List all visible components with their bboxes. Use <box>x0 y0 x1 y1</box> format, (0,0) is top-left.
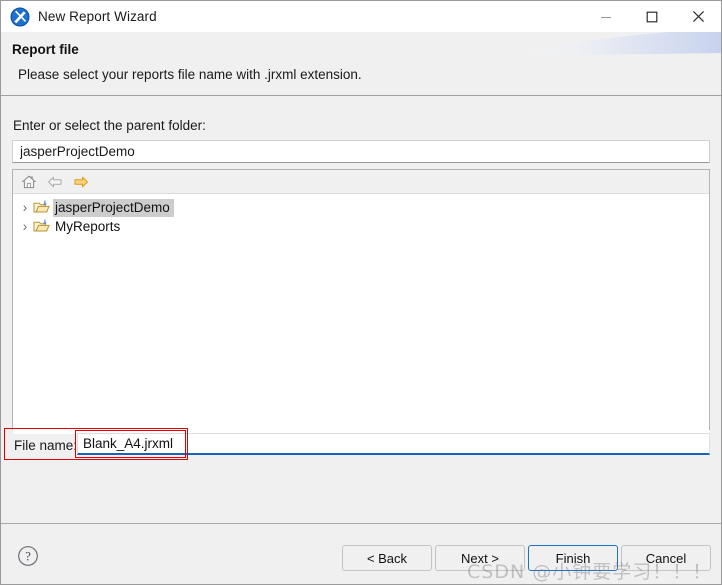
minimize-icon[interactable] <box>583 1 629 32</box>
window-controls <box>583 1 721 32</box>
finish-button[interactable]: Finish <box>528 545 618 571</box>
tree-item-jasperprojectdemo[interactable]: › jasperProjectDemo <box>13 198 709 217</box>
dialog-button-row: < Back Next > Finish Cancel <box>342 545 711 571</box>
help-icon[interactable]: ? <box>17 545 39 567</box>
wizard-body: Enter or select the parent folder: jaspe… <box>1 97 721 523</box>
file-name-label: File name: <box>14 438 78 453</box>
tree-toolbar <box>13 170 709 194</box>
jasperreports-icon <box>10 7 30 27</box>
file-name-input[interactable] <box>77 433 710 455</box>
dialog-footer: ? < Back Next > Finish Cancel <box>1 523 721 584</box>
back-button[interactable]: < Back <box>342 545 432 571</box>
back-arrow-icon[interactable] <box>46 173 63 190</box>
cancel-button[interactable]: Cancel <box>621 545 711 571</box>
forward-arrow-icon[interactable] <box>72 173 89 190</box>
svg-text:?: ? <box>25 549 31 563</box>
home-icon[interactable] <box>20 173 37 190</box>
parent-folder-label: Enter or select the parent folder: <box>13 118 206 133</box>
open-folder-icon <box>32 200 50 215</box>
page-title: Report file <box>12 42 79 57</box>
folder-tree[interactable]: › jasperProjectDemo › MyReports <box>13 194 709 434</box>
window-title: New Report Wizard <box>38 9 157 24</box>
new-report-wizard-dialog: New Report Wizard Report file Please sel… <box>0 0 722 585</box>
expand-chevron-icon[interactable]: › <box>18 200 32 215</box>
close-icon[interactable] <box>675 1 721 32</box>
title-bar: New Report Wizard <box>1 1 721 32</box>
maximize-icon[interactable] <box>629 1 675 32</box>
next-button[interactable]: Next > <box>435 545 525 571</box>
tree-item-myreports[interactable]: › MyReports <box>13 217 709 236</box>
expand-chevron-icon[interactable]: › <box>18 219 32 234</box>
wizard-header: Report file Please select your reports f… <box>1 32 721 96</box>
page-description: Please select your reports file name wit… <box>18 67 362 82</box>
tree-item-label: jasperProjectDemo <box>53 198 174 217</box>
folder-tree-panel: › jasperProjectDemo › MyReports <box>12 169 710 434</box>
tree-item-label: MyReports <box>55 218 121 234</box>
open-folder-icon <box>32 219 50 234</box>
parent-folder-input[interactable] <box>12 140 710 163</box>
